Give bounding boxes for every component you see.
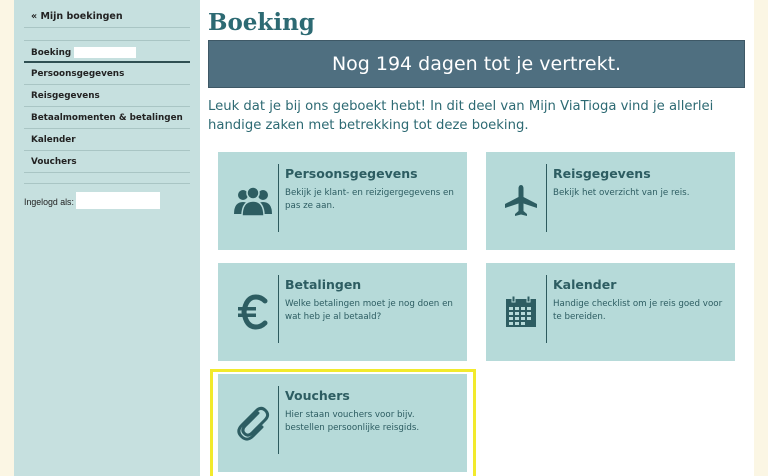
sidebar-item-reisgegevens[interactable]: Reisgegevens xyxy=(24,85,190,107)
back-to-bookings-link[interactable]: « Mijn boekingen xyxy=(24,0,190,28)
card-description: Bekijk je klant- en reizigergegevens en … xyxy=(285,188,454,211)
calendar-icon xyxy=(499,290,543,334)
card-kalender[interactable]: Kalender Handige checklist om je reis go… xyxy=(486,263,735,361)
intro-text: Leuk dat je bij ons geboekt hebt! In dit… xyxy=(208,99,714,133)
logged-in-label: Ingelogd als: xyxy=(24,196,74,207)
card-divider xyxy=(278,164,279,232)
card-title: Betalingen xyxy=(285,277,362,292)
countdown-banner: Nog 194 dagen tot je vertrekt. xyxy=(208,40,745,88)
card-divider xyxy=(546,275,547,343)
card-title: Reisgegevens xyxy=(553,166,651,181)
card-description: Bekijk het overzicht van je reis. xyxy=(553,188,690,198)
sidebar-item-persoonsgegevens[interactable]: Persoonsgegevens xyxy=(24,63,190,85)
card-title: Persoonsgegevens xyxy=(285,166,418,181)
redacted-username xyxy=(76,192,161,209)
card-persoonsgegevens[interactable]: Persoonsgegevens Bekijk je klant- en rei… xyxy=(218,152,467,250)
main-content: Boeking Nog 194 dagen tot je vertrekt. L… xyxy=(208,0,748,135)
card-description: Handige checklist om je reis goed voor t… xyxy=(553,299,723,322)
airplane-icon xyxy=(499,179,543,223)
sidebar-item-boeking[interactable]: Boeking xyxy=(24,41,190,63)
page-title: Boeking xyxy=(208,9,315,36)
sidebar-nav: Boeking Persoonsgegevens Reisgegevens Be… xyxy=(24,40,190,173)
sidebar-item-betaalmomenten[interactable]: Betaalmomenten & betalingen xyxy=(24,107,190,129)
card-divider xyxy=(278,275,279,343)
sidebar-item-kalender[interactable]: Kalender xyxy=(24,129,190,151)
card-description: Welke betalingen moet je nog doen en wat… xyxy=(285,299,453,322)
card-betalingen[interactable]: Betalingen Welke betalingen moet je nog … xyxy=(218,263,467,361)
vouchers-highlight-frame xyxy=(210,369,476,476)
redacted-booking-number xyxy=(74,47,137,58)
sidebar: « Mijn boekingen Boeking Persoonsgegeven… xyxy=(14,0,200,476)
users-icon xyxy=(231,179,275,223)
sidebar-item-label: Boeking xyxy=(31,48,72,58)
card-divider xyxy=(546,164,547,232)
card-reisgegevens[interactable]: Reisgegevens Bekijk het overzicht van je… xyxy=(486,152,735,250)
sidebar-item-vouchers[interactable]: Vouchers xyxy=(24,151,190,173)
card-title: Kalender xyxy=(553,277,617,292)
logged-in-info: Ingelogd als: xyxy=(24,183,190,209)
euro-icon xyxy=(231,290,275,334)
